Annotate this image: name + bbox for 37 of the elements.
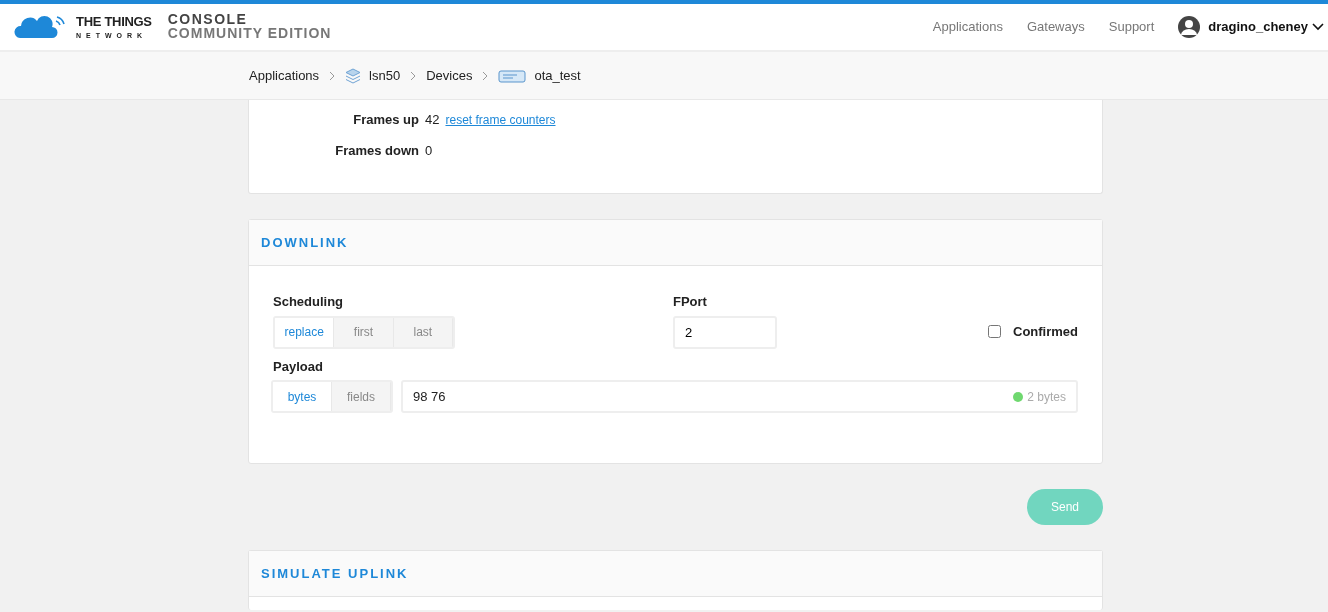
payload-mode-option[interactable]: fields bbox=[332, 382, 391, 411]
nav-link[interactable]: Support bbox=[1108, 17, 1155, 37]
scheduling-option[interactable]: first bbox=[334, 317, 394, 347]
avatar-icon[interactable] bbox=[1178, 16, 1201, 38]
cloud-logo-icon bbox=[14, 15, 68, 39]
chevron-right-icon bbox=[329, 71, 336, 82]
field-label: Scheduling bbox=[273, 293, 345, 311]
section-title: SIMULATE UPLINK bbox=[249, 551, 1102, 597]
logo-wordmark: THE THINGS bbox=[76, 15, 152, 28]
layers-icon bbox=[345, 67, 362, 84]
payload-size: 2 bytes bbox=[1027, 388, 1066, 406]
nav-link[interactable]: Applications bbox=[932, 17, 1003, 37]
device-icon bbox=[498, 67, 527, 84]
reset-link[interactable]: reset frame counters bbox=[445, 111, 556, 129]
chevron-down-icon[interactable] bbox=[1312, 23, 1324, 31]
console-edition: COMMUNITY EDITION bbox=[167, 26, 332, 42]
section-title: DOWNLINK bbox=[249, 220, 1102, 266]
user-menu[interactable]: dragino_cheney bbox=[1208, 17, 1308, 37]
nav-link[interactable]: Gateways bbox=[1026, 17, 1085, 37]
breadcrumb-link[interactable]: ota_test bbox=[534, 65, 581, 86]
field-label: Payload bbox=[273, 357, 324, 376]
counter-label: Frames down bbox=[334, 142, 419, 160]
chevron-right-icon bbox=[482, 71, 489, 82]
counter-label: Frames up bbox=[352, 111, 419, 129]
checkbox-label: Confirmed bbox=[1013, 322, 1078, 341]
scheduling-option[interactable]: last bbox=[393, 317, 453, 347]
counter-value: 42 bbox=[425, 111, 440, 129]
breadcrumb-link[interactable]: Devices bbox=[426, 65, 473, 86]
payload-field[interactable]: 98 76 2 bytes bbox=[401, 380, 1078, 413]
chevron-right-icon bbox=[410, 71, 417, 82]
breadcrumb-link[interactable]: Applications bbox=[249, 65, 320, 86]
field-label: FPort bbox=[673, 293, 708, 311]
counter-value: 0 bbox=[425, 142, 433, 160]
console-title: CONSOLE bbox=[167, 12, 249, 27]
confirmed-checkbox[interactable] bbox=[988, 324, 1001, 338]
breadcrumb-link[interactable]: lsn50 bbox=[369, 65, 401, 86]
fport-field[interactable]: 2 bbox=[673, 315, 777, 349]
